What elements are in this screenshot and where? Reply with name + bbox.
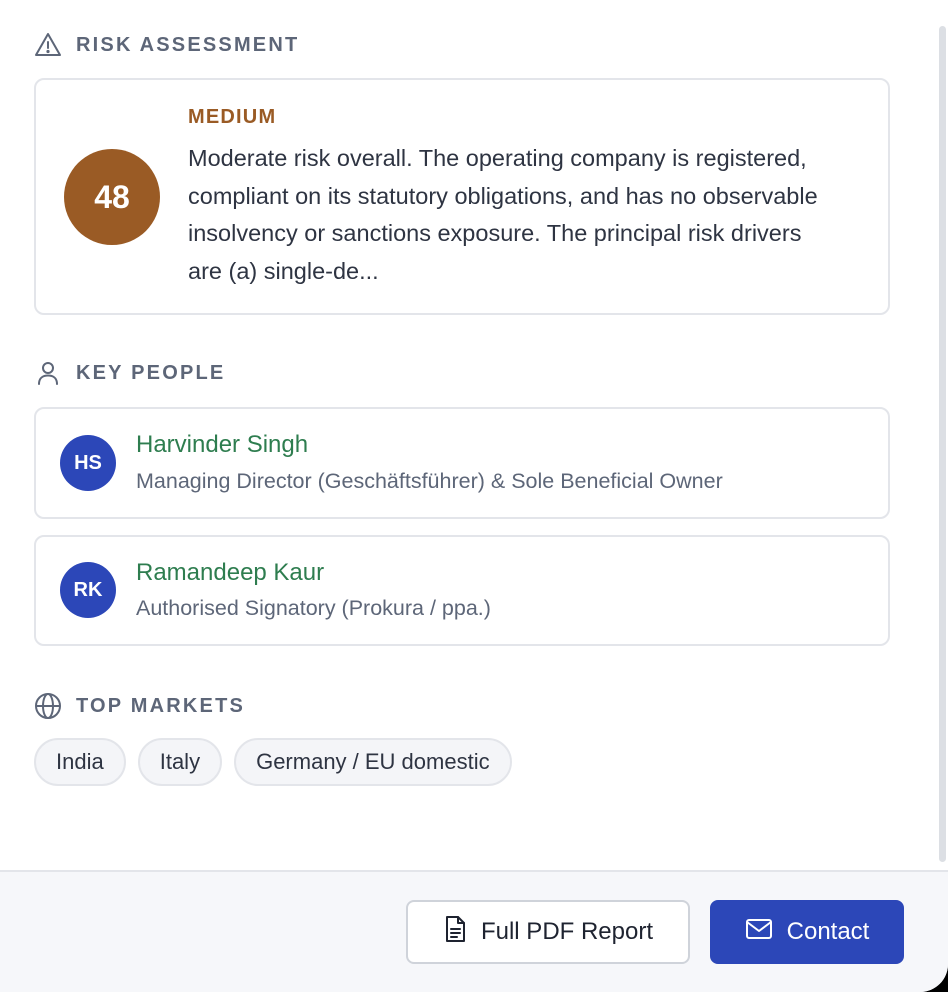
avatar: HS [60,435,116,491]
person-card[interactable]: RK Ramandeep Kaur Authorised Signatory (… [34,535,890,646]
mail-icon [745,918,773,947]
market-chip: Italy [137,738,223,786]
risk-score-badge: 48 [64,149,160,245]
top-markets-title: TOP MARKETS [76,694,246,717]
market-chips: India Italy Germany / EU domestic [34,738,512,786]
risk-assessment-title: RISK ASSESSMENT [76,33,300,56]
top-markets-header: TOP MARKETS [34,692,245,720]
market-chip: Germany / EU domestic [234,738,512,786]
warning-triangle-icon [34,32,62,58]
person-icon [34,360,62,386]
globe-icon [34,692,62,720]
full-pdf-report-button[interactable]: Full PDF Report [406,900,690,964]
person-card[interactable]: HS Harvinder Singh Managing Director (Ge… [34,407,890,519]
scrollbar-thumb[interactable] [939,26,946,862]
contact-label: Contact [786,918,870,945]
person-name[interactable]: Harvinder Singh [136,431,308,459]
risk-level-label: MEDIUM [188,106,277,128]
person-role: Managing Director (Geschäftsführer) & So… [136,469,723,493]
person-role: Authorised Signatory (Prokura / ppa.) [136,596,491,620]
key-people-header: KEY PEOPLE [34,360,225,386]
person-name[interactable]: Ramandeep Kaur [136,559,324,587]
contact-button[interactable]: Contact [710,900,904,964]
document-icon [443,915,467,950]
market-chip: India [34,738,126,786]
risk-assessment-header: RISK ASSESSMENT [34,32,299,58]
scroll-area[interactable]: RISK ASSESSMENT 48 MEDIUM Moderate risk … [0,0,948,870]
avatar: RK [60,562,116,618]
full-pdf-report-label: Full PDF Report [480,918,654,945]
key-people-title: KEY PEOPLE [76,361,226,384]
company-detail-panel: RISK ASSESSMENT 48 MEDIUM Moderate risk … [0,0,948,992]
action-footer: Full PDF Report Contact [0,870,948,992]
risk-card: 48 MEDIUM Moderate risk overall. The ope… [34,78,890,315]
risk-summary-text: Moderate risk overall. The operating com… [188,145,818,284]
scrollbar[interactable] [936,20,948,866]
